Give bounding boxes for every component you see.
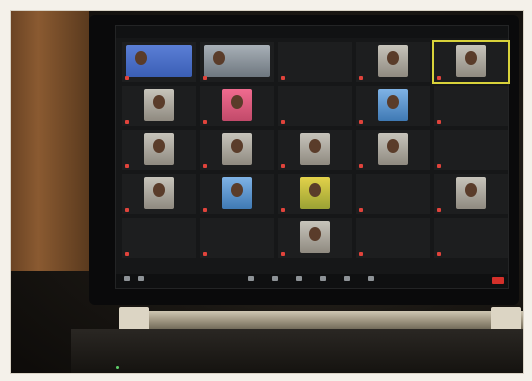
muted-mic-icon: [125, 252, 129, 256]
video-button[interactable]: [136, 276, 146, 281]
laptop-screen: [115, 25, 510, 289]
participant-video: [378, 45, 408, 77]
participant-tile[interactable]: [200, 42, 274, 82]
participant-tile[interactable]: [356, 86, 430, 126]
muted-mic-icon: [437, 252, 441, 256]
security-icon: [248, 276, 254, 281]
wooden-wall: [11, 11, 89, 271]
participants-button[interactable]: [270, 276, 280, 281]
participant-tile[interactable]: [278, 86, 352, 126]
muted-mic-icon: [437, 76, 441, 80]
participant-video: [378, 89, 408, 121]
participant-tile[interactable]: [356, 130, 430, 170]
muted-mic-icon: [359, 76, 363, 80]
participant-tile[interactable]: [356, 174, 430, 214]
participant-tile[interactable]: [434, 218, 508, 258]
participant-tile[interactable]: [278, 174, 352, 214]
record-icon: [344, 276, 350, 281]
participant-video: [144, 89, 174, 121]
meeting-top-bar: [116, 26, 508, 38]
video-icon: [138, 276, 144, 281]
muted-mic-icon: [125, 208, 129, 212]
participant-video: [300, 177, 330, 209]
muted-mic-icon: [281, 120, 285, 124]
share-screen-button[interactable]: [318, 276, 328, 281]
participant-tile[interactable]: [278, 42, 352, 82]
meeting-toolbar: [116, 274, 508, 288]
participant-video: [300, 221, 330, 253]
participant-video: [222, 89, 252, 121]
participant-video: [456, 45, 486, 77]
muted-mic-icon: [359, 120, 363, 124]
participant-video: [300, 133, 330, 165]
muted-mic-icon: [203, 208, 207, 212]
muted-mic-icon: [437, 164, 441, 168]
participant-video: [126, 45, 192, 77]
participant-tile[interactable]: [434, 86, 508, 126]
participant-tile[interactable]: [432, 40, 510, 84]
participant-tile[interactable]: [122, 218, 196, 258]
muted-mic-icon: [203, 120, 207, 124]
participant-tile[interactable]: [200, 86, 274, 126]
muted-mic-icon: [125, 120, 129, 124]
participant-tile[interactable]: [200, 174, 274, 214]
participant-tile[interactable]: [278, 218, 352, 258]
muted-mic-icon: [281, 208, 285, 212]
end-meeting-button[interactable]: [492, 277, 504, 284]
participant-tile[interactable]: [122, 174, 196, 214]
muted-mic-icon: [281, 76, 285, 80]
record-button[interactable]: [342, 276, 352, 281]
participants-icon: [272, 276, 278, 281]
participant-video: [144, 177, 174, 209]
mic-button[interactable]: [122, 276, 132, 281]
participant-tile[interactable]: [434, 174, 508, 214]
reactions-button[interactable]: [366, 276, 376, 281]
participant-video: [144, 133, 174, 165]
laptop-base: [71, 329, 523, 373]
mic-icon: [124, 276, 130, 281]
security-button[interactable]: [246, 276, 256, 281]
muted-mic-icon: [203, 164, 207, 168]
participant-video: [378, 133, 408, 165]
participant-tile[interactable]: [356, 218, 430, 258]
participant-tile[interactable]: [122, 130, 196, 170]
muted-mic-icon: [125, 76, 129, 80]
muted-mic-icon: [203, 76, 207, 80]
muted-mic-icon: [359, 164, 363, 168]
participant-tile[interactable]: [200, 130, 274, 170]
participant-tile[interactable]: [356, 42, 430, 82]
participant-video: [456, 177, 486, 209]
reactions-icon: [368, 276, 374, 281]
participant-video: [204, 45, 270, 77]
chat-icon: [296, 276, 302, 281]
muted-mic-icon: [359, 208, 363, 212]
participant-tile[interactable]: [122, 86, 196, 126]
muted-mic-icon: [437, 120, 441, 124]
muted-mic-icon: [281, 164, 285, 168]
muted-mic-icon: [359, 252, 363, 256]
participant-video: [222, 133, 252, 165]
muted-mic-icon: [125, 164, 129, 168]
participant-tile[interactable]: [278, 130, 352, 170]
share-screen-icon: [320, 276, 326, 281]
photo-frame: [10, 10, 524, 374]
muted-mic-icon: [281, 252, 285, 256]
power-led: [116, 366, 119, 369]
participant-video: [222, 177, 252, 209]
muted-mic-icon: [437, 208, 441, 212]
chat-button[interactable]: [294, 276, 304, 281]
participant-tile[interactable]: [200, 218, 274, 258]
muted-mic-icon: [203, 252, 207, 256]
participant-tile[interactable]: [434, 130, 508, 170]
participant-tile[interactable]: [122, 42, 196, 82]
